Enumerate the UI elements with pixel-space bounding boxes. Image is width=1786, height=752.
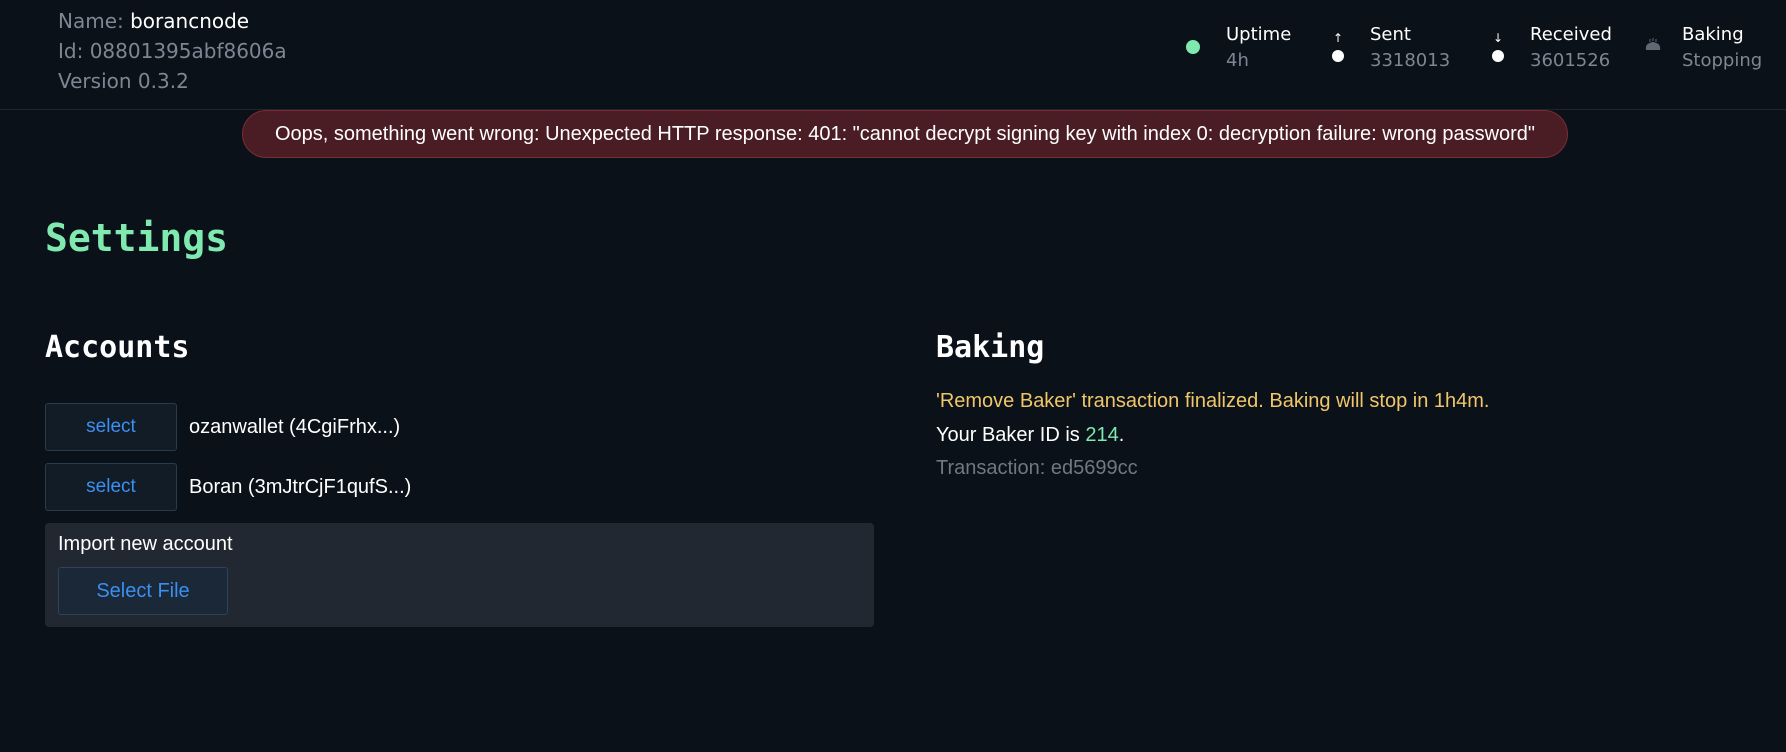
bread-icon <box>1645 38 1661 50</box>
baker-id-line: Your Baker ID is 214. <box>936 424 1124 447</box>
page-title: Settings <box>45 216 229 260</box>
stat-received: ↓ Received 3601526 <box>1490 24 1630 74</box>
baking-value: Stopping <box>1682 50 1763 71</box>
select-account-button[interactable]: select <box>45 403 177 451</box>
baking-label: Baking <box>1682 24 1744 45</box>
stat-baking: Baking Stopping <box>1644 24 1763 74</box>
node-version: Version 0.3.2 <box>58 69 189 93</box>
import-account-title: Import new account <box>58 533 233 555</box>
arrow-up-icon: ↑ <box>1333 31 1344 45</box>
account-label: ozanwallet (4CgiFrhx...) <box>189 416 401 438</box>
received-label: Received <box>1530 24 1612 45</box>
node-info: Name: borancnode Id: 08801395abf8606a Ve… <box>58 6 287 96</box>
node-id: Id: 08801395abf8606a <box>58 39 287 63</box>
arrow-down-icon: ↓ <box>1493 31 1504 45</box>
import-account-panel: Import new account Select File <box>45 523 874 627</box>
baker-id-prefix: Your Baker ID is <box>936 424 1086 446</box>
stat-uptime: Uptime 4h <box>1180 24 1300 74</box>
uptime-label: Uptime <box>1226 24 1292 45</box>
accounts-heading: Accounts <box>45 330 190 365</box>
error-message: Oops, something went wrong: Unexpected H… <box>274 122 1536 145</box>
sent-value: 3318013 <box>1370 50 1451 71</box>
received-indicator-icon <box>1492 50 1504 62</box>
select-account-button[interactable]: select <box>45 463 177 511</box>
node-stats: Uptime 4h ↑ Sent 3318013 ↓ Received 3601… <box>1180 24 1763 74</box>
node-name: borancnode <box>130 9 250 33</box>
select-file-button[interactable]: Select File <box>58 567 228 615</box>
node-name-row: Name: borancnode <box>58 6 287 36</box>
baking-status-message: 'Remove Baker' transaction finalized. Ba… <box>936 390 1490 412</box>
sent-indicator-icon <box>1332 50 1344 62</box>
baker-id: 214 <box>1085 424 1119 446</box>
stat-sent: ↑ Sent 3318013 <box>1330 24 1460 74</box>
received-value: 3601526 <box>1530 50 1611 71</box>
baking-transaction: Transaction: ed5699cc <box>936 457 1138 479</box>
baking-heading: Baking <box>936 330 1045 365</box>
top-header: Name: borancnode Id: 08801395abf8606a Ve… <box>0 0 1786 110</box>
baker-id-suffix: . <box>1118 424 1125 446</box>
sent-label: Sent <box>1370 24 1411 45</box>
node-name-label: Name: <box>58 9 124 33</box>
error-banner: Oops, something went wrong: Unexpected H… <box>242 110 1568 158</box>
uptime-status-icon <box>1186 40 1200 54</box>
uptime-value: 4h <box>1226 50 1249 71</box>
account-label: Boran (3mJtrCjF1qufS...) <box>189 476 412 498</box>
